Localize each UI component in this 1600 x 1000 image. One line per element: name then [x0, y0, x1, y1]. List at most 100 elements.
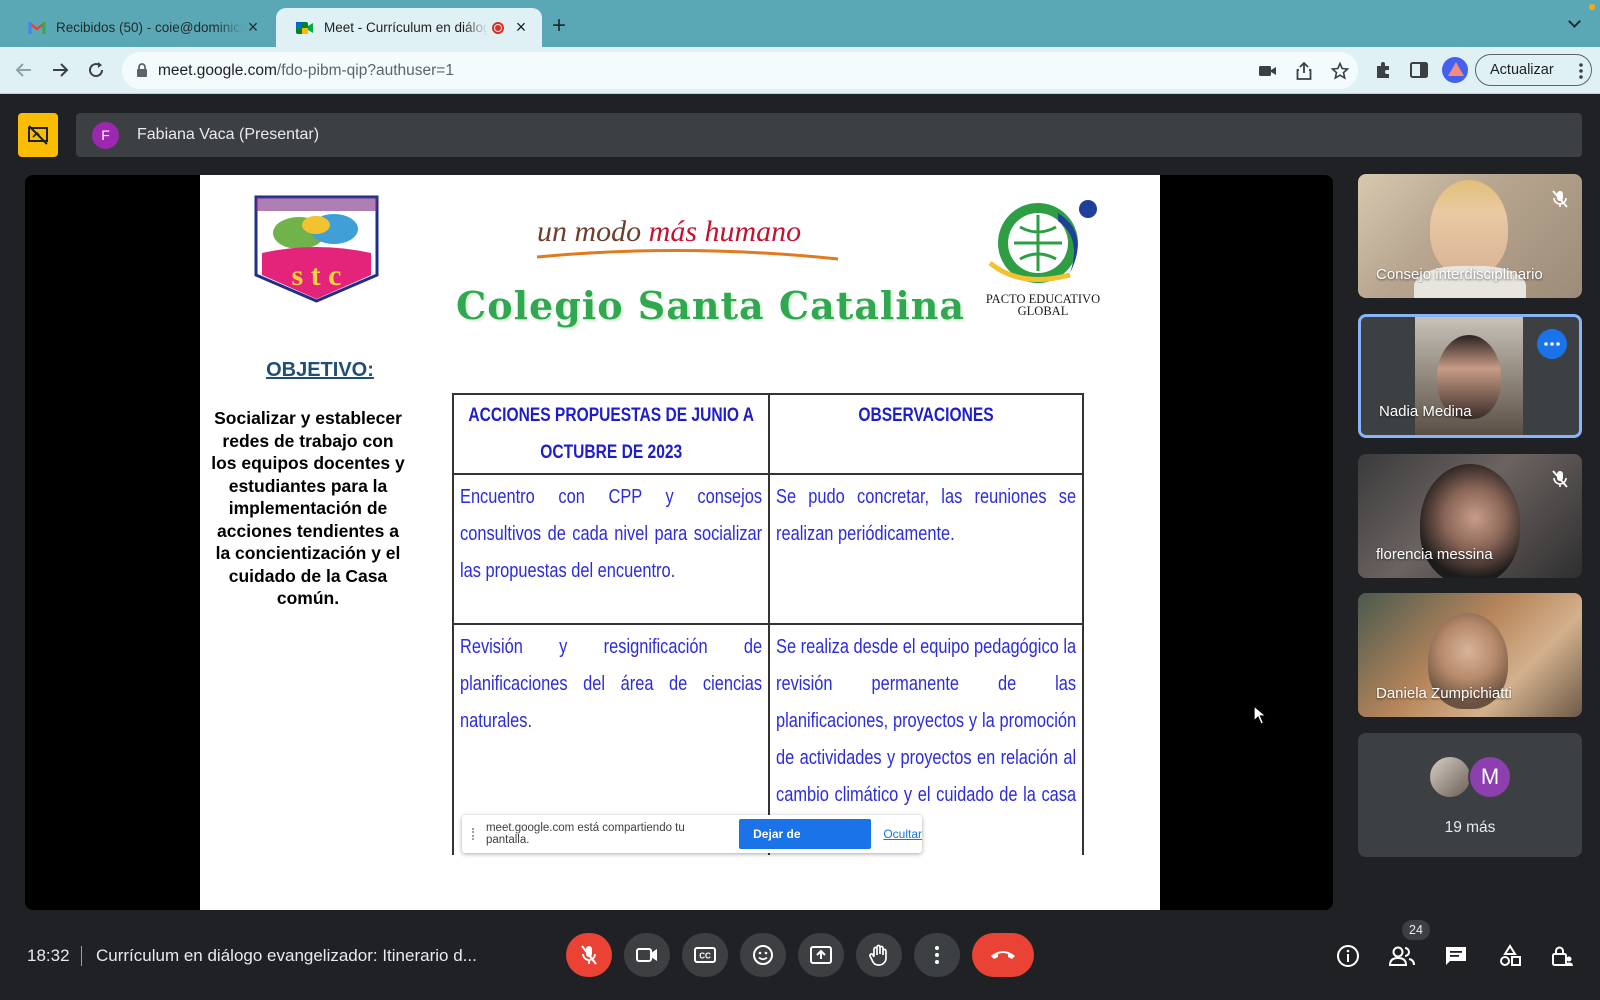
share-notice-text: meet.google.com está compartiendo tu pan…	[485, 822, 685, 846]
table-header: ACCIONES PROPUESTAS DE JUNIO A OCTUBRE D…	[452, 393, 770, 475]
leave-call-button[interactable]	[972, 933, 1034, 977]
url-text: meet.google.com/fdo-pibm-qip?authuser=1	[158, 62, 454, 79]
stop-presenting-icon[interactable]	[18, 113, 58, 157]
pacto-educativo-logo	[988, 200, 1097, 283]
participant-name: florencia messina	[1376, 546, 1493, 563]
table-cell: Encuentro con CPP y consejos consultivos…	[452, 473, 770, 625]
participant-tile[interactable]: Daniela Zumpichiatti	[1358, 593, 1582, 717]
table-row: Encuentro con CPP y consejos consultivos…	[452, 473, 1084, 625]
side-panel-icon[interactable]	[1408, 59, 1430, 81]
more-options-button[interactable]	[914, 933, 960, 977]
camera-toggle-button[interactable]	[624, 933, 670, 977]
browser-tab-strip: Recibidos (50) - coie@dominicas.org.ar ×…	[0, 0, 1600, 47]
recording-icon	[492, 21, 504, 34]
lock-person-icon	[1552, 946, 1573, 966]
participant-name: Nadia Medina	[1379, 403, 1472, 420]
microphone-toggle-button[interactable]	[566, 933, 612, 977]
meeting-details-button[interactable]	[1334, 942, 1362, 970]
tagline-swoosh	[536, 248, 839, 261]
present-to-all-icon	[810, 946, 832, 964]
participant-name: Consejo interdisciplinario	[1376, 266, 1543, 283]
presenter-name: Fabiana Vaca (Presentar)	[137, 126, 320, 143]
info-icon	[1337, 945, 1359, 967]
divider	[81, 946, 82, 966]
browser-toolbar: meet.google.com/fdo-pibm-qip?authuser=1 …	[0, 47, 1600, 94]
logo-letters: s t c	[292, 259, 342, 292]
actions-table: ACCIONES PROPUESTAS DE JUNIO A OCTUBRE D…	[452, 393, 1084, 855]
objective-heading: OBJETIVO:	[266, 359, 374, 381]
reactions-button[interactable]	[740, 933, 786, 977]
presentation-stage: s t c un modo más humano Colegio Santa C…	[25, 175, 1333, 910]
extensions-icon[interactable]	[1372, 59, 1394, 81]
slide-tagline: un modo más humano	[537, 215, 802, 248]
more-participants-tile[interactable]: M 19 más	[1358, 733, 1582, 857]
school-crest-logo: s t c	[254, 195, 379, 303]
activities-icon	[1500, 944, 1521, 966]
stop-sharing-button[interactable]: Dejar de compartir	[739, 819, 872, 871]
shared-slide: s t c un modo más humano Colegio Santa C…	[200, 175, 1160, 910]
tab-title: Recibidos (50) - coie@dominicas.org.ar	[56, 20, 244, 35]
captions-button[interactable]: CC	[682, 933, 728, 977]
share-icon[interactable]	[1294, 61, 1314, 81]
videocam-icon	[636, 948, 657, 962]
mic-off-icon	[1552, 190, 1568, 213]
meeting-title: Currículum en diálogo evangelizador: Iti…	[96, 946, 477, 965]
back-icon[interactable]	[12, 58, 36, 82]
update-label: Actualizar	[1490, 62, 1554, 78]
forward-icon[interactable]	[48, 58, 72, 82]
chat-icon	[1446, 947, 1466, 965]
more-options-icon[interactable]	[1537, 329, 1567, 359]
presenter-bar: F Fabiana Vaca (Presentar)	[76, 113, 1582, 157]
hand-icon	[869, 944, 887, 966]
svg-text:CC: CC	[699, 952, 711, 961]
participant-tile[interactable]: florencia messina	[1358, 454, 1582, 578]
captions-icon: CC	[694, 947, 716, 963]
notification-dot	[1589, 4, 1595, 10]
participant-tile[interactable]: Nadia Medina	[1358, 314, 1582, 438]
update-button[interactable]: Actualizar	[1475, 54, 1592, 86]
meet-icon	[296, 21, 314, 35]
profile-avatar[interactable]	[1442, 57, 1468, 83]
tab-gmail[interactable]: Recibidos (50) - coie@dominicas.org.ar ×	[8, 8, 274, 47]
table-cell: Se pudo concretar, las reuniones se real…	[768, 473, 1084, 625]
hide-link[interactable]: Ocultar	[883, 827, 922, 841]
participant-tile[interactable]: Consejo interdisciplinario	[1358, 174, 1582, 298]
bookmark-star-icon[interactable]	[1330, 61, 1350, 81]
activities-button[interactable]	[1496, 942, 1524, 970]
more-vert-icon[interactable]	[1579, 63, 1583, 83]
drag-handle-icon[interactable]	[472, 828, 476, 840]
chevron-down-icon[interactable]	[1568, 16, 1582, 30]
close-icon[interactable]: ×	[512, 17, 530, 38]
avatar	[1428, 755, 1472, 799]
tab-title: Meet - Currículum en diálogo evangelizad…	[324, 20, 488, 35]
call-end-icon	[991, 951, 1015, 959]
host-controls-button[interactable]	[1548, 942, 1576, 970]
more-vert-icon	[935, 946, 939, 964]
people-icon	[1388, 946, 1415, 966]
people-button[interactable]	[1388, 942, 1416, 970]
avatar: F	[92, 121, 119, 149]
people-count-badge: 24	[1402, 920, 1430, 940]
table-header-row: ACCIONES PROPUESTAS DE JUNIO A OCTUBRE D…	[452, 393, 1084, 475]
present-screen-button[interactable]	[798, 933, 844, 977]
emoji-icon	[753, 945, 773, 965]
pacto-caption: PACTO EDUCATIVO GLOBAL	[985, 292, 1101, 318]
close-icon[interactable]: ×	[244, 17, 262, 38]
address-bar[interactable]: meet.google.com/fdo-pibm-qip?authuser=1	[122, 52, 1358, 89]
mouse-cursor-icon	[1253, 705, 1267, 725]
camera-in-use-icon[interactable]	[1258, 61, 1278, 81]
actions-table-container: ACCIONES PROPUESTAS DE JUNIO A OCTUBRE D…	[452, 393, 1084, 855]
more-participants-label: 19 más	[1444, 819, 1496, 836]
gmail-icon	[28, 21, 46, 35]
raise-hand-button[interactable]	[856, 933, 902, 977]
reload-icon[interactable]	[84, 58, 108, 82]
lock-icon[interactable]	[136, 63, 148, 82]
school-title: Colegio Santa Catalina	[456, 283, 966, 328]
new-tab-icon[interactable]: +	[552, 14, 566, 38]
participant-name: Daniela Zumpichiatti	[1376, 685, 1512, 702]
participant-video	[1430, 180, 1508, 276]
screen-share-notice: meet.google.com está compartiendo tu pan…	[462, 815, 922, 871]
avatar: M	[1468, 755, 1512, 799]
chat-button[interactable]	[1442, 942, 1470, 970]
tab-meet[interactable]: Meet - Currículum en diálogo evangelizad…	[276, 8, 542, 47]
